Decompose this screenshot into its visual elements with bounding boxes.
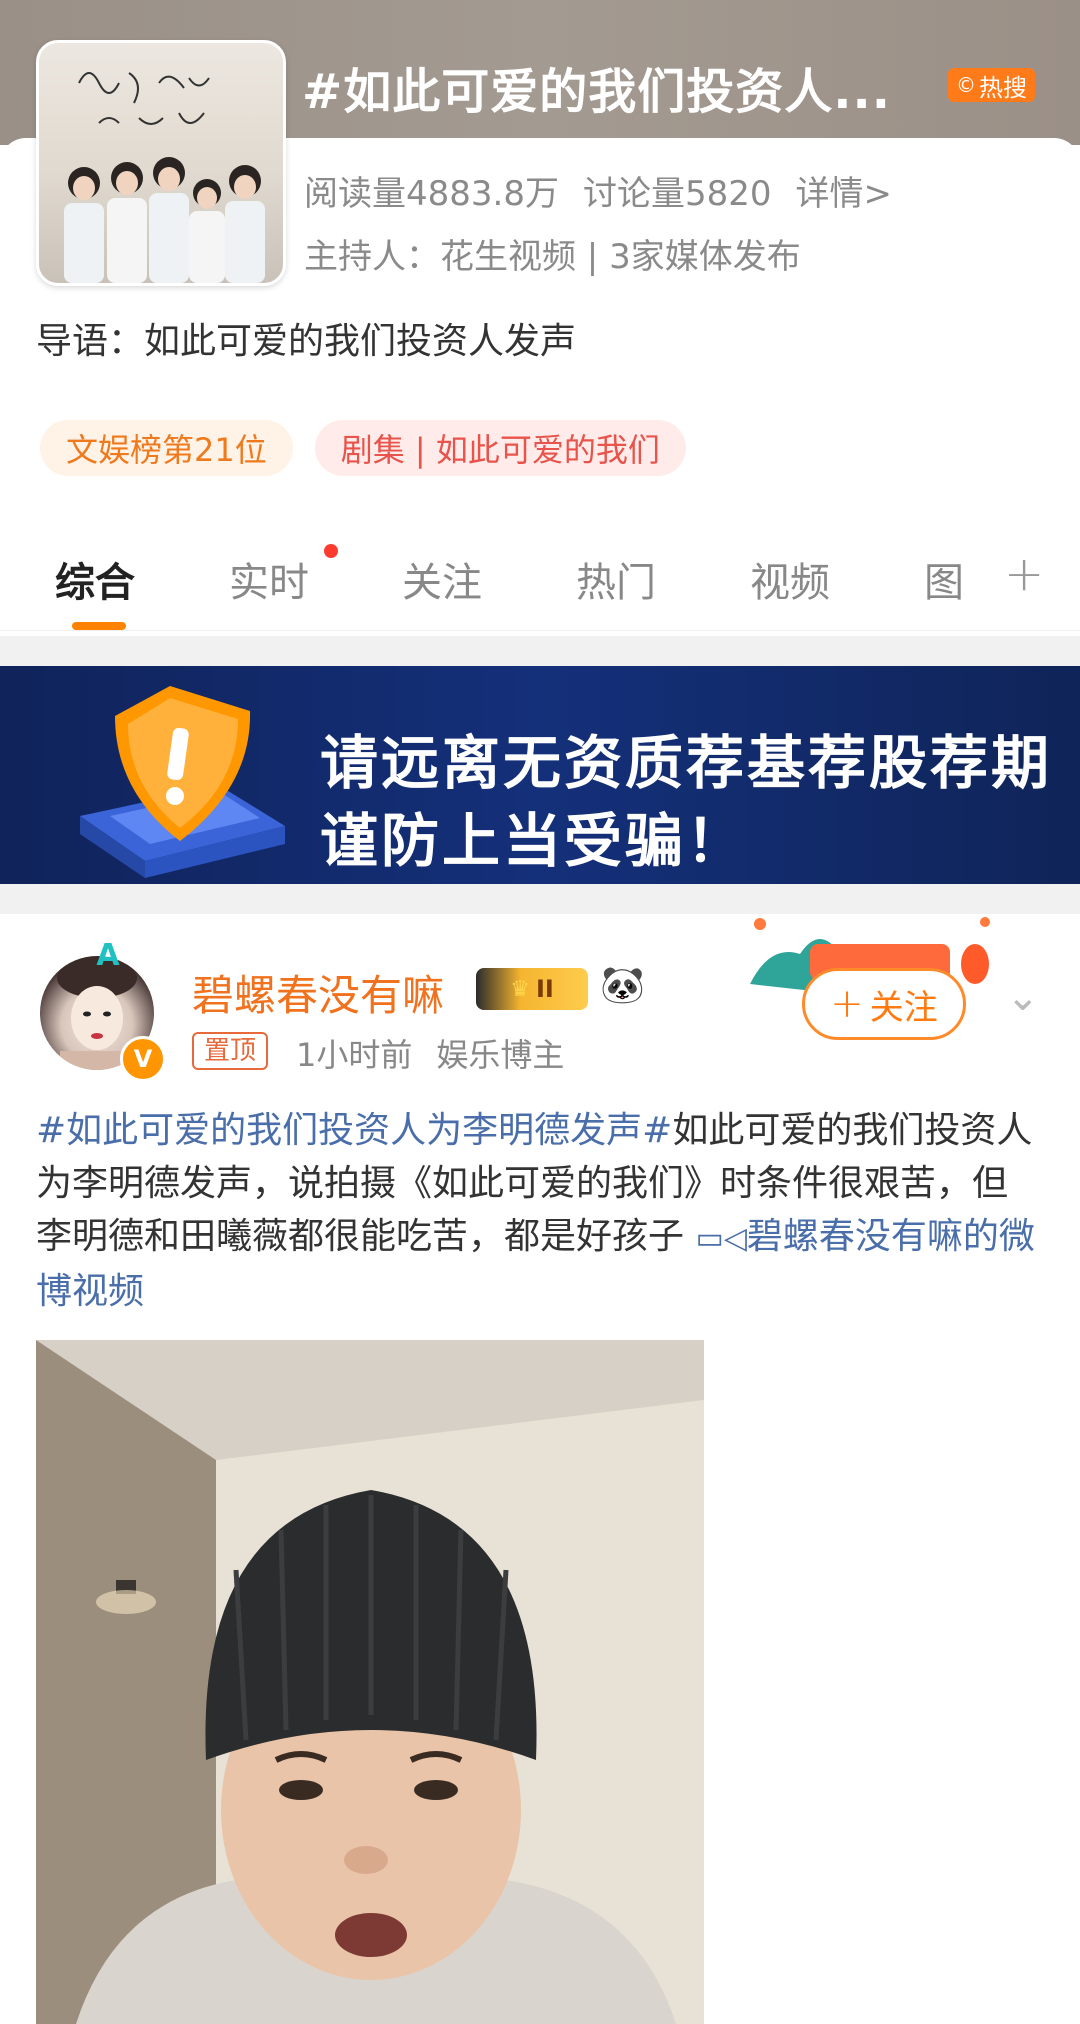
tab-following[interactable]: 关注 [402, 550, 482, 608]
post-meta: 1小时前 娱乐博主 [296, 1030, 588, 1076]
hot-search-badge[interactable]: © 热搜 [948, 68, 1035, 102]
read-count: 阅读量4883.8万 [304, 174, 559, 214]
panda-icon: 🐼 [600, 965, 645, 1006]
hashtag-link[interactable]: #如此可爱的我们投资人为李明德发声# [36, 1110, 672, 1151]
post-body: #如此可爱的我们投资人为李明德发声#如此可爱的我们投资人为李明德发声，说拍摄《如… [36, 1104, 1036, 1318]
verified-v-icon: V [120, 1036, 166, 1082]
tab-bar: 综合 实时 关注 热门 视频 图 [0, 530, 1080, 631]
chevron-down-icon[interactable]: ⌄ [1006, 974, 1040, 1020]
topic-stats: 阅读量4883.8万 讨论量5820 详情> [304, 166, 892, 215]
section-divider [0, 884, 1080, 914]
tab-images[interactable]: 图 [924, 550, 964, 608]
section-divider [0, 636, 1080, 666]
follow-button[interactable]: + 关注 [802, 968, 966, 1040]
author-role: 娱乐博主 [436, 1036, 565, 1074]
hot-search-label: 热搜 [979, 73, 1027, 102]
username[interactable]: 碧螺春没有嘛 [192, 962, 444, 1023]
details-link[interactable]: 详情> [796, 174, 893, 214]
vip-level: II [535, 975, 554, 1003]
shield-warning-icon [80, 686, 285, 878]
topic-title: #如此可爱的我们投资人... [302, 64, 891, 120]
a-level-badge: A [96, 938, 120, 973]
tab-comprehensive[interactable]: 综合 [55, 550, 135, 608]
topic-tags: 文娱榜第21位 剧集 | 如此可爱的我们 [40, 420, 686, 476]
weibo-post: A V 碧螺春没有嘛 ♛ II 🐼 置顶 1小时前 娱乐博主 + 关注 ⌄ #如此… [0, 914, 1080, 2024]
follow-label: 关注 [869, 987, 938, 1028]
hot-search-icon: © [956, 73, 976, 97]
tab-realtime[interactable]: 实时 [229, 550, 309, 608]
series-tag[interactable]: 剧集 | 如此可爱的我们 [314, 420, 686, 476]
topic-host: 主持人：花生视频 | 3家媒体发布 [304, 237, 801, 277]
video-thumbnail[interactable] [36, 1340, 704, 2024]
fraud-warning-banner[interactable]: 请远离无资质荐基荐股荐期 谨防上当受骗！ [0, 666, 1080, 884]
tab-video[interactable]: 视频 [750, 550, 830, 608]
topic-intro: 导语：如此可爱的我们投资人发声 [36, 321, 577, 362]
topic-cover-image[interactable] [36, 40, 286, 286]
plus-icon[interactable]: + [1004, 550, 1044, 598]
discussion-count: 讨论量5820 [582, 174, 772, 214]
pinned-badge: 置顶 [192, 1032, 269, 1070]
active-tab-indicator [72, 622, 126, 630]
video-camera-icon: ▭◁ [695, 1221, 747, 1256]
tab-hot[interactable]: 热门 [576, 550, 656, 608]
banner-line2: 谨防上当受骗！ [320, 807, 748, 875]
banner-line1: 请远离无资质荐基荐股荐期 [320, 729, 1053, 797]
post-time: 1小时前 [296, 1036, 413, 1074]
rank-tag[interactable]: 文娱榜第21位 [40, 420, 293, 476]
realtime-notification-dot [324, 544, 338, 558]
vip-crown-icon[interactable]: ♛ II [476, 968, 588, 1010]
